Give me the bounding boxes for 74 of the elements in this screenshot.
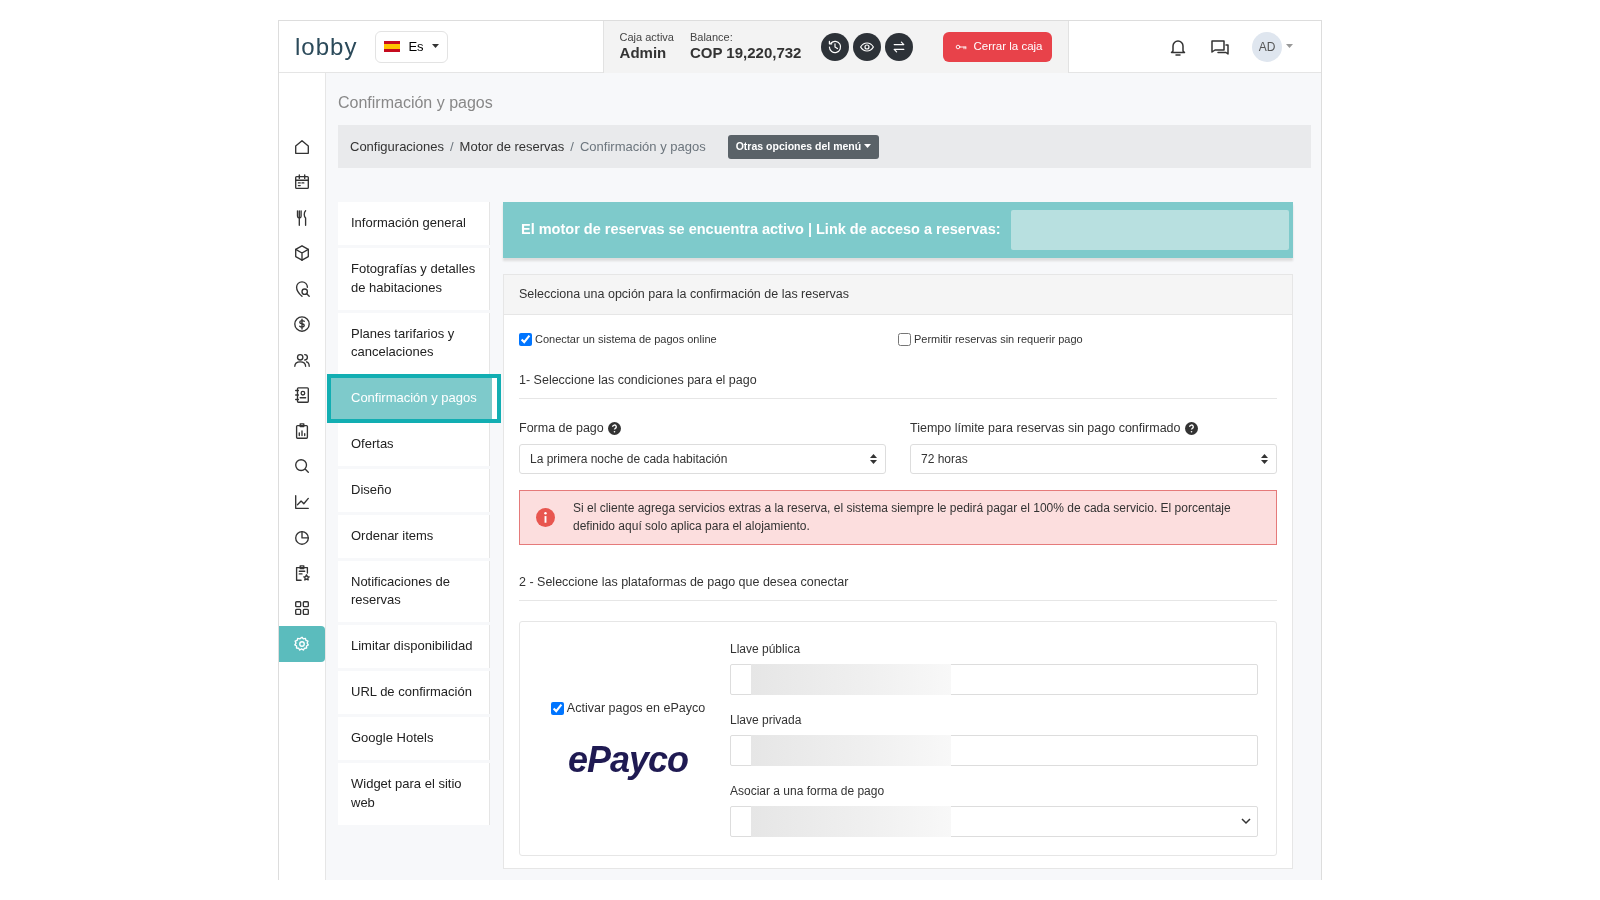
calendar-icon [293, 173, 311, 192]
select-field[interactable] [730, 805, 1258, 837]
field-label: Llave privada [730, 711, 803, 729]
field-label: Llave pública [730, 640, 802, 658]
input-field[interactable] [730, 734, 1258, 766]
card-title: Selecciona una opción para la confirmación de las reservas [504, 275, 1292, 315]
settings-menu-item[interactable]: Notificaciones de reservas [338, 560, 490, 623]
balance-value: COP 19,220,732 [689, 42, 802, 63]
settings-menu-item[interactable]: URL de confirmación [338, 671, 490, 714]
home-icon [293, 137, 311, 156]
more-options-button[interactable]: Otras opciones del menú [727, 134, 880, 159]
section-heading: 2 - Seleccione las plataformas de pago que desea conectar [519, 572, 1277, 601]
settings-menu-item[interactable]: Widget para el sitio web [338, 762, 490, 825]
dollar-icon [293, 315, 311, 334]
settings-icon [293, 634, 311, 653]
address-book-icon [293, 386, 311, 405]
checkbox-label[interactable]: Activar pagos en ePayco [550, 698, 706, 718]
settings-menu-item[interactable]: Planes tarifarios y cancelaciones [338, 312, 490, 375]
view-button[interactable] [853, 32, 882, 61]
caret-icon [431, 44, 439, 49]
checkbox[interactable] [519, 332, 532, 346]
history-icon [827, 38, 844, 55]
field-label: Forma de pago [519, 420, 604, 437]
select-field[interactable]: La primera noche de cada habitación [519, 443, 886, 474]
chevron-down-icon [1241, 817, 1251, 825]
settings-menu-item[interactable]: Información general [338, 202, 490, 245]
field-label: Asociar a una forma de pago [730, 782, 886, 800]
settings-menu-item[interactable]: Limitar disponibilidad [338, 625, 490, 669]
language-dropdown[interactable]: Es [375, 30, 448, 63]
alert-text: Si el cliente agrega servicios extras a la reserva, el sistema siempre le pedirá pagar el 100% de cada servicio. El porcentaje definido aquí solo aplica para el alojamiento. [573, 499, 1232, 536]
pie-chart-icon [293, 528, 311, 547]
clipboard-star-icon [293, 563, 311, 582]
logo: lobby [295, 31, 358, 62]
breadcrumb-link[interactable]: Configuraciones [350, 136, 444, 157]
page-title: Confirmación y pagos [338, 93, 494, 113]
sort-caret-icon [870, 453, 877, 464]
clipboard-icon [293, 421, 311, 440]
settings-menu-item[interactable]: Fotografías y detalles de habitaciones [338, 247, 490, 310]
transfer-button[interactable] [885, 32, 914, 61]
caret-icon [864, 144, 872, 150]
settings-menu-item[interactable]: Ordenar items [338, 514, 490, 558]
input-field[interactable] [730, 663, 1258, 695]
breadcrumb-link[interactable]: Motor de reservas [459, 136, 565, 157]
info-icon [536, 507, 555, 527]
help-icon [607, 421, 621, 435]
breadcrumb-link[interactable]: Confirmación y pagos [579, 136, 706, 157]
flag-icon [384, 41, 401, 52]
history-button[interactable] [821, 32, 850, 61]
cube-icon [293, 244, 311, 263]
checkbox[interactable] [898, 332, 911, 346]
sort-caret-icon [1261, 453, 1268, 464]
caret-icon [1286, 44, 1293, 49]
settings-menu-item[interactable]: Ofertas [338, 423, 490, 466]
search-icon [293, 457, 311, 476]
settings-menu-item[interactable]: Diseño [338, 468, 490, 512]
section-heading: 1- Seleccione las condiciones para el pago [519, 371, 1277, 399]
field-label: Tiempo límite para reservas sin pago confirmado [910, 420, 1181, 437]
line-chart-icon [293, 492, 311, 511]
help-icon [1184, 421, 1198, 435]
banner-text: El motor de reservas se encuentra activo | Link de acceso a reservas: [521, 220, 1001, 240]
breadcrumb-separator: / [570, 137, 574, 156]
map-pin-search-icon [293, 279, 311, 298]
grid-icon [293, 599, 311, 618]
settings-menu-item[interactable]: Google Hotels [338, 716, 490, 760]
balance-label: Balance: [689, 30, 734, 43]
checkbox[interactable] [550, 701, 564, 715]
close-register-button[interactable]: Cerrar la caja [943, 31, 1053, 62]
checkbox-label[interactable]: Permitir reservas sin requerir pago [898, 330, 1277, 348]
payment-logo: ePayco [567, 741, 689, 778]
cash-label: Caja activa [619, 30, 674, 43]
select-field[interactable]: 72 horas [910, 443, 1277, 474]
checkbox-label[interactable]: Conectar un sistema de pagos online [519, 330, 898, 348]
breadcrumb-separator: / [449, 137, 454, 156]
cash-value: Admin [619, 43, 668, 63]
